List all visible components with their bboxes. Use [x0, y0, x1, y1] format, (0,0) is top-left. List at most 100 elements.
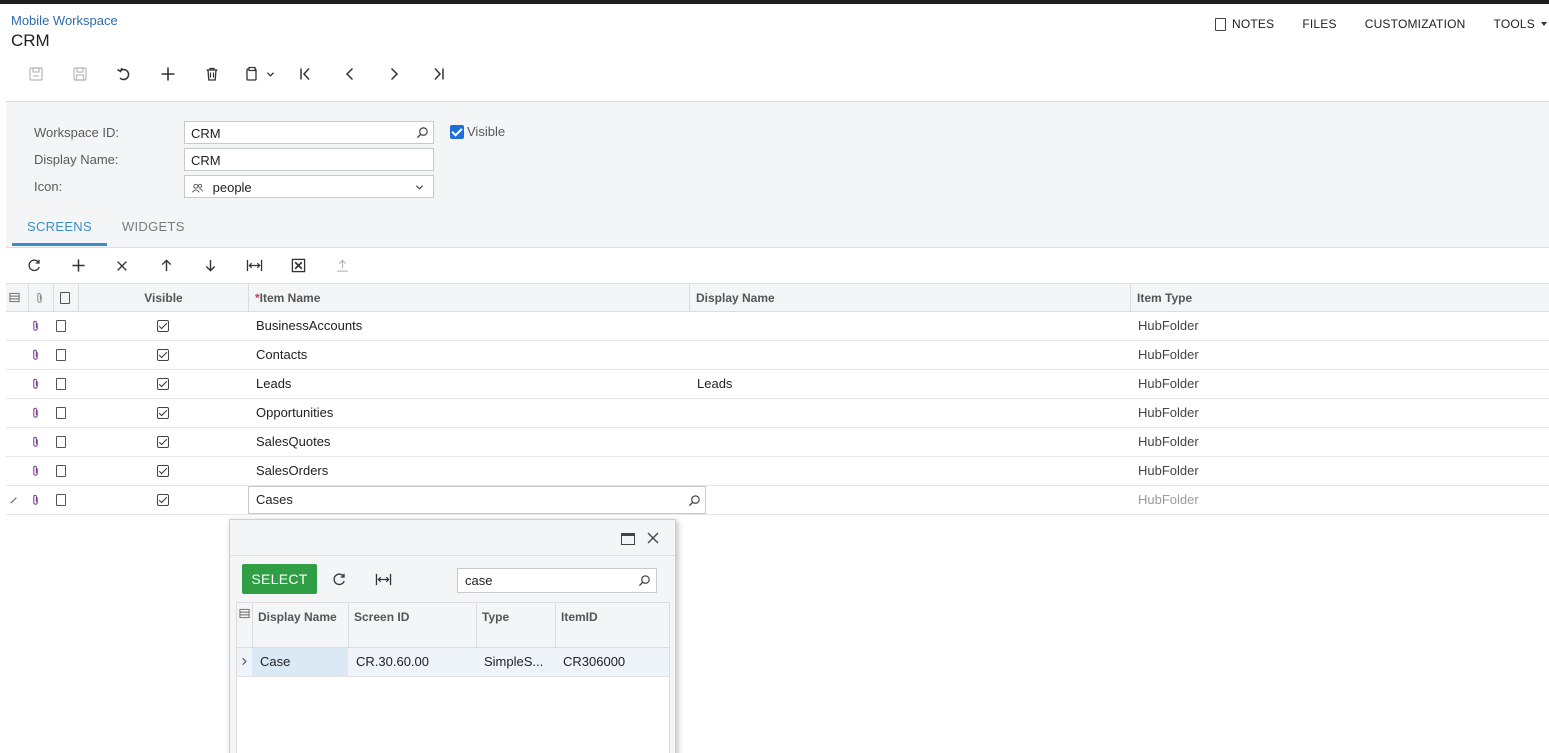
note-icon[interactable]	[56, 341, 70, 369]
lookup-screen-id-cell[interactable]: CR.30.60.00	[348, 648, 476, 676]
checkbox-checked-icon[interactable]	[157, 436, 169, 448]
visible-column-header[interactable]: Visible	[78, 284, 248, 312]
checkbox-checked-icon[interactable]	[157, 494, 169, 506]
previous-record-button[interactable]	[328, 62, 372, 86]
display-name-cell[interactable]	[697, 428, 1127, 456]
table-row[interactable]: Opportunities HubFolder	[6, 399, 1549, 428]
attachment-icon[interactable]	[31, 370, 45, 398]
item-type-cell[interactable]: HubFolder	[1138, 399, 1538, 427]
lookup-screen-id-header[interactable]: Screen ID	[348, 603, 476, 647]
last-record-button[interactable]	[416, 62, 460, 86]
add-button[interactable]	[146, 62, 190, 86]
workspace-id-field[interactable]: CRM	[184, 121, 434, 144]
table-row[interactable]: Cases HubFolder	[6, 486, 1549, 515]
row-selector-header[interactable]	[6, 284, 28, 312]
undo-button[interactable]	[102, 62, 146, 86]
checkbox-checked-icon[interactable]	[157, 378, 169, 390]
select-button[interactable]: SELECT	[242, 564, 317, 594]
item-name-cell[interactable]: SalesOrders	[256, 457, 686, 485]
lookup-type-header[interactable]: Type	[476, 603, 555, 647]
move-down-button[interactable]	[188, 254, 232, 278]
export-excel-button[interactable]	[276, 254, 320, 278]
item-type-cell[interactable]: HubFolder	[1138, 457, 1538, 485]
dialog-search-input[interactable]: case	[457, 568, 657, 593]
item-name-cell[interactable]: SalesQuotes	[256, 428, 686, 456]
row-expand[interactable]	[237, 648, 252, 676]
add-row-button[interactable]	[56, 254, 100, 278]
table-row[interactable]: Contacts HubFolder	[6, 341, 1549, 370]
attachment-icon[interactable]	[31, 399, 45, 427]
display-name-field[interactable]: CRM	[184, 148, 434, 171]
customization-button[interactable]: CUSTOMIZATION	[1365, 17, 1466, 31]
note-icon[interactable]	[56, 370, 70, 398]
icon-select[interactable]: people	[184, 175, 434, 198]
item-type-cell[interactable]: HubFolder	[1138, 428, 1538, 456]
item-name-input[interactable]: Cases	[248, 486, 706, 514]
lookup-item-id-cell[interactable]: CR306000	[555, 648, 669, 676]
lookup-row[interactable]: Case CR.30.60.00 SimpleS... CR306000	[237, 648, 669, 677]
display-name-cell[interactable]	[697, 457, 1127, 485]
item-type-cell[interactable]: HubFolder	[1138, 312, 1538, 340]
files-button[interactable]: FILES	[1302, 17, 1336, 31]
item-name-cell[interactable]: BusinessAccounts	[256, 312, 686, 340]
visible-cell[interactable]	[78, 312, 248, 340]
lookup-item-id-header[interactable]: ItemID	[555, 603, 669, 647]
attachment-icon[interactable]	[31, 457, 45, 485]
note-icon[interactable]	[56, 312, 70, 340]
lookup-display-name-cell[interactable]: Case	[252, 648, 348, 676]
breadcrumb[interactable]: Mobile Workspace	[11, 13, 118, 28]
visible-cell[interactable]	[78, 457, 248, 485]
attachment-icon[interactable]	[31, 486, 45, 514]
visible-cell[interactable]	[78, 341, 248, 369]
search-icon[interactable]	[416, 126, 429, 139]
visible-cell[interactable]	[78, 399, 248, 427]
note-icon[interactable]	[56, 428, 70, 456]
checkbox-checked-icon[interactable]	[157, 320, 169, 332]
delete-row-button[interactable]	[100, 254, 144, 278]
display-name-cell[interactable]	[697, 312, 1127, 340]
clipboard-menu-button[interactable]	[234, 62, 284, 86]
next-record-button[interactable]	[372, 62, 416, 86]
visible-checkbox[interactable]: Visible	[450, 124, 505, 139]
attachment-icon[interactable]	[31, 341, 45, 369]
item-type-cell[interactable]: HubFolder	[1138, 486, 1538, 514]
lookup-type-cell[interactable]: SimpleS...	[476, 648, 555, 676]
checkbox-checked-icon[interactable]	[157, 349, 169, 361]
visible-cell[interactable]	[78, 370, 248, 398]
table-row[interactable]: Leads Leads HubFolder	[6, 370, 1549, 399]
delete-button[interactable]	[190, 62, 234, 86]
first-record-button[interactable]	[284, 62, 328, 86]
search-icon[interactable]	[638, 574, 651, 587]
item-name-cell[interactable]: Opportunities	[256, 399, 686, 427]
display-name-cell[interactable]: Leads	[697, 370, 1127, 398]
lookup-row-selector-header[interactable]	[237, 603, 252, 647]
save-close-button[interactable]	[14, 62, 58, 86]
dialog-refresh-button[interactable]	[317, 567, 361, 591]
display-name-column-header[interactable]: Display Name	[689, 284, 1130, 312]
display-name-cell[interactable]	[697, 399, 1127, 427]
visible-cell[interactable]	[78, 428, 248, 456]
upload-button[interactable]	[320, 254, 364, 278]
item-type-cell[interactable]: HubFolder	[1138, 370, 1538, 398]
display-name-cell[interactable]	[697, 341, 1127, 369]
item-name-cell[interactable]: Leads	[256, 370, 686, 398]
note-icon[interactable]	[56, 457, 70, 485]
item-name-cell[interactable]: Contacts	[256, 341, 686, 369]
checkbox-checked-icon[interactable]	[157, 407, 169, 419]
item-type-column-header[interactable]: Item Type	[1130, 284, 1549, 312]
checkbox-checked-icon[interactable]	[157, 465, 169, 477]
table-row[interactable]: SalesQuotes HubFolder	[6, 428, 1549, 457]
display-name-cell[interactable]	[697, 486, 1127, 514]
refresh-button[interactable]	[12, 254, 56, 278]
tab-widgets[interactable]: WIDGETS	[107, 210, 200, 246]
table-row[interactable]: BusinessAccounts HubFolder	[6, 312, 1549, 341]
save-button[interactable]	[58, 62, 102, 86]
close-icon[interactable]	[645, 530, 661, 546]
lookup-display-name-header[interactable]: Display Name	[252, 603, 348, 647]
visible-cell[interactable]	[78, 486, 248, 514]
move-up-button[interactable]	[144, 254, 188, 278]
attachment-icon[interactable]	[31, 312, 45, 340]
note-icon[interactable]	[56, 399, 70, 427]
tab-screens[interactable]: SCREENS	[12, 210, 107, 246]
notes-button[interactable]: NOTES	[1215, 17, 1274, 31]
